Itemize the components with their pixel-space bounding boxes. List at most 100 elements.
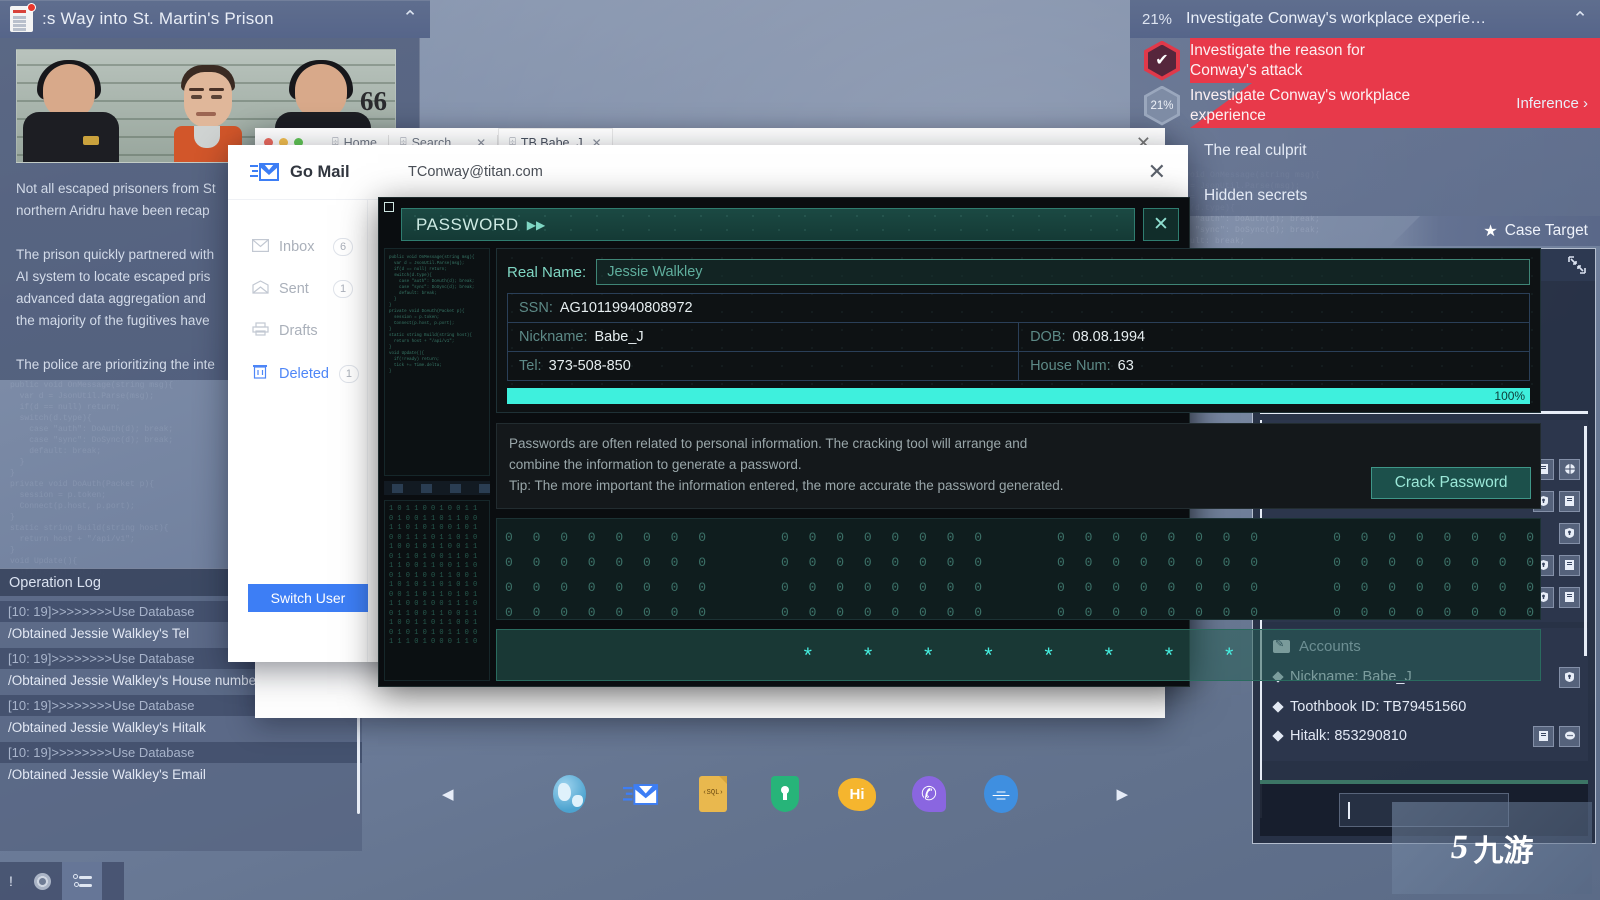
mail-app-icon[interactable] [621,774,661,814]
objective-label: Hidden secrets [1204,186,1308,204]
site-watermark: 5 九游 [1392,802,1592,894]
field-house-num[interactable]: House Num: 63 [1019,352,1529,380]
bullet-diamond-icon [1272,730,1284,742]
close-icon[interactable]: ✕ [1143,208,1179,241]
star-icon: ★ [1483,223,1498,240]
field-value: AG10119940808972 [559,300,693,316]
sidebar-item-count: 6 [333,238,353,256]
crack-progress-percent: 100% [1494,389,1526,403]
code-listing: public void OnMessage(string msg){ var d… [384,248,490,476]
watermark-logo: 5 [1447,829,1471,866]
sidebar-item-inbox[interactable]: Inbox 6 [228,226,367,268]
drafts-icon [252,322,269,340]
sql-app-icon[interactable] [693,774,733,814]
browser-app-icon[interactable] [549,774,589,814]
zeros-display: 0 0 0 0 0 0 0 0 0 0 0 0 0 0 0 0 0 0 0 0 … [496,518,1542,620]
real-name-label: Real Name: [507,263,587,281]
hi-chat-app-icon[interactable]: Hi [837,774,877,814]
chat-icon[interactable] [1559,725,1580,747]
log-entry-head: [10: 19]>>>>>>>>Use Database [0,742,362,763]
security-app-icon[interactable] [765,774,805,814]
objective-item-0[interactable]: ✔ Investigate the reason for Conway's at… [1130,38,1600,83]
password-cracker-title: PASSWORD [416,214,519,234]
password-star-glyph: * [803,643,812,667]
field-ssn[interactable]: SSN: AG10119940808972 [508,294,1529,322]
crack-password-button[interactable]: Crack Password [1371,467,1532,499]
document-icon[interactable] [1559,554,1580,576]
sidebar-item-label: Deleted [279,365,329,382]
sidebar-item-label: Sent [279,281,309,297]
gomail-header: Go Mail TConway@titan.com ✕ [228,145,1188,200]
objective-label: Investigate the reason for Conway's atta… [1190,41,1365,79]
chevron-up-icon[interactable]: ⌃ [1572,8,1588,31]
field-dob[interactable]: DOB: 08.08.1994 [1019,323,1529,351]
triangle-left-icon[interactable]: ◀ [442,785,454,803]
phone-app-icon[interactable] [909,774,949,814]
real-name-input[interactable]: Jessie Walkley [596,259,1531,285]
tip-box: Passwords are often related to personal … [496,423,1542,509]
field-label: Tel: [519,358,542,374]
info-row[interactable]: Toothbook ID: TB79451560 [1262,693,1588,720]
sidebar-item-drafts[interactable]: Drafts [228,310,367,352]
password-star-glyph: * [863,643,873,667]
shield-icon[interactable] [1559,522,1580,544]
hook-app-icon[interactable] [981,774,1021,814]
field-nickname[interactable]: Nickname: Babe_J [508,323,1020,351]
field-value: 08.08.1994 [1072,329,1146,345]
shield-icon[interactable] [1559,666,1580,688]
shrink-icon[interactable] [1568,256,1586,274]
switch-user-button[interactable]: Switch User [248,584,368,612]
sliders-icon[interactable] [62,862,102,900]
sidebar-item-label: Drafts [279,323,318,339]
document-icon[interactable] [1559,490,1580,512]
objectives-panel: ✔ Investigate the reason for Conway's at… [1130,38,1600,216]
crack-progress-bar: 100% [507,388,1531,404]
inference-link[interactable]: Inference › [1516,95,1588,112]
document-icon[interactable] [1533,725,1554,747]
check-icon: ✔ [1155,51,1169,69]
app-dock: ◀ Hi ▶ [430,766,1140,822]
globe-icon[interactable] [1559,458,1580,480]
field-label: SSN: [519,300,553,316]
sidebar-item-deleted[interactable]: Deleted 1 [228,352,367,395]
case-target-tab[interactable]: ★ Case Target [1390,216,1600,246]
objectives-header[interactable]: 21% Investigate Conway's workplace exper… [1130,0,1600,38]
bullet-diamond-icon [1272,700,1284,713]
masked-password-display: * * * * * * * * [496,629,1542,681]
field-value: 373-508-850 [548,358,631,374]
objective-item-3[interactable]: Hidden secrets [1130,173,1600,216]
envelope-icon [252,238,270,256]
document-icon[interactable] [1559,586,1580,608]
info-row[interactable]: Hitalk: 853290810 [1262,720,1588,752]
field-value: Babe_J [594,329,644,345]
sidebar-item-sent[interactable]: Sent 1 [228,268,367,310]
exclamation-icon[interactable]: ! [0,873,22,889]
objective-status-badge: ✔ [1144,40,1190,81]
crack-progress-fill [507,388,1531,404]
news-document-icon [10,3,36,32]
sent-icon [252,280,269,298]
close-icon[interactable]: ✕ [1148,159,1188,185]
field-value: 63 [1117,358,1134,374]
system-tray: ! [0,862,124,900]
field-label: Nickname: [519,329,588,345]
info-grid: SSN: AG10119940808972 Nickname: Babe_J D… [507,293,1531,381]
news-title: :s Way into St. Martin's Prison [42,9,274,28]
password-cracker-left-column: public void OnMessage(string msg){ var d… [384,248,490,681]
target-info-scrollbar[interactable] [1584,426,1587,656]
gear-icon[interactable] [22,862,62,900]
tip-line-1: Passwords are often related to personal … [509,436,1028,451]
field-tel[interactable]: Tel: 373-508-850 [508,352,1020,380]
objective-progress-badge: 21% [1144,85,1190,126]
password-star-glyph: * [984,643,993,667]
triangle-right-icon[interactable]: ▶ [1116,785,1128,803]
chevron-up-icon[interactable]: ⌃ [402,9,418,28]
objective-item-2[interactable]: The real culprit [1130,128,1600,173]
info-grid-row: SSN: AG10119940808972 [508,294,1530,323]
objectives-header-percent: 21% [1142,10,1173,28]
news-titlebar[interactable]: :s Way into St. Martin's Prison ⌃ [0,0,430,38]
password-cracker-window: PASSWORD ▶▶ ✕ public void OnMessage(stri… [378,197,1542,687]
gomail-account-address: TConway@titan.com [408,164,543,180]
binary-matrix: 1 0 1 1 0 0 1 0 0 1 1 0 1 0 0 1 1 0 1 1 … [384,500,490,681]
real-name-row: Real Name: Jessie Walkley [507,259,1531,285]
